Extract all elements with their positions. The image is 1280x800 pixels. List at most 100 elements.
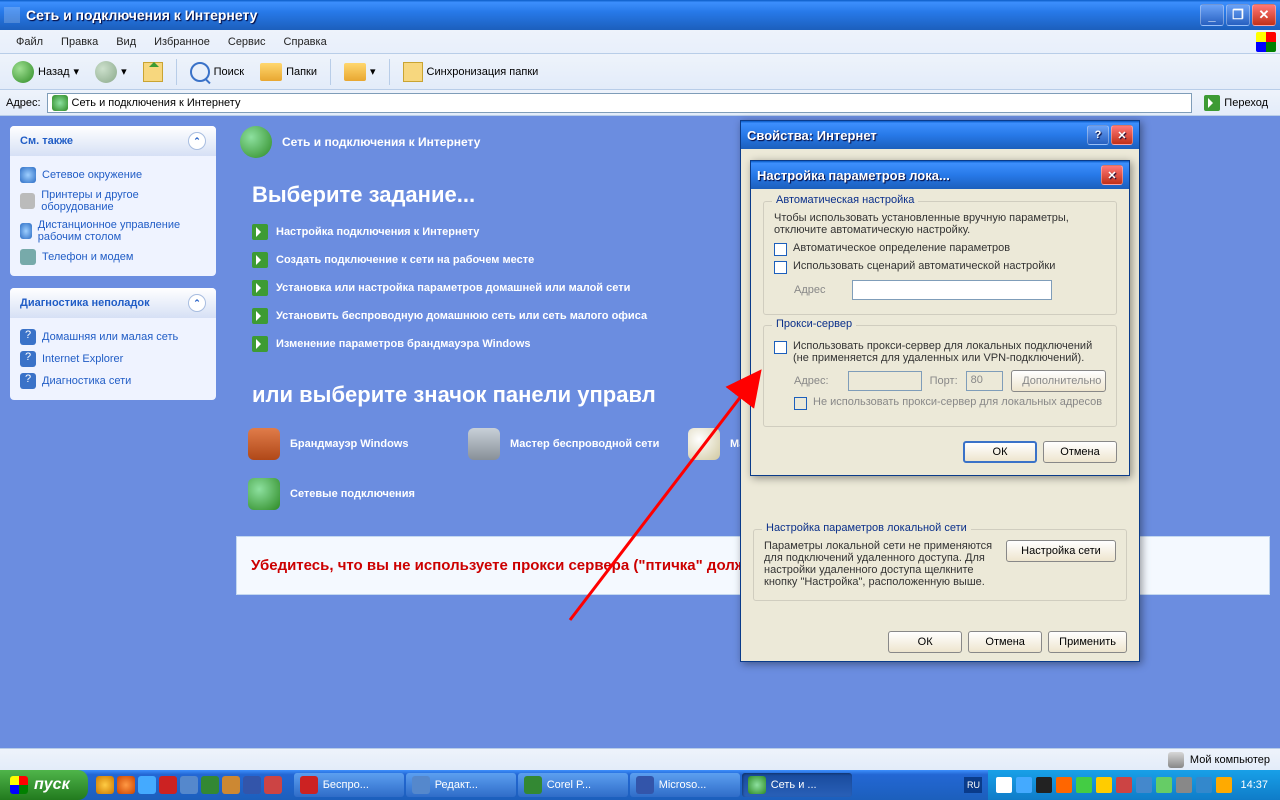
forward-icon [95, 61, 117, 83]
tray-icon[interactable] [1196, 777, 1212, 793]
back-button[interactable]: Назад ▾ [6, 58, 85, 86]
proxy-port-input[interactable]: 80 [966, 371, 1004, 391]
tray-icon[interactable] [1136, 777, 1152, 793]
sidebar-link-ie[interactable]: ?Internet Explorer [20, 348, 206, 370]
script-address-label: Адрес [794, 284, 844, 296]
proxy-groupbox: Прокси-сервер Использовать прокси-сервер… [763, 325, 1117, 427]
tray-icon[interactable] [996, 777, 1012, 793]
dialog-close-button[interactable]: ✕ [1111, 125, 1133, 145]
arrow-icon [252, 252, 268, 268]
language-indicator[interactable]: RU [964, 777, 982, 793]
tray-icon[interactable] [1056, 777, 1072, 793]
taskbar-app-network[interactable]: Сеть и ... [742, 773, 852, 797]
views-button[interactable]: ▾ [338, 60, 382, 84]
window-titlebar: Сеть и подключения к Интернету _ ❐ ✕ [0, 0, 1280, 30]
sidebar-link-phone-modem[interactable]: Телефон и модем [20, 246, 206, 268]
tray-icon[interactable] [1156, 777, 1172, 793]
ql-app-icon[interactable] [222, 776, 240, 794]
ok-button[interactable]: ОК [888, 631, 962, 653]
ql-chrome-icon[interactable] [96, 776, 114, 794]
minimize-button[interactable]: _ [1200, 4, 1224, 26]
collapse-icon[interactable]: ⌃ [188, 132, 206, 150]
proxy-title: Прокси-сервер [772, 318, 856, 330]
tray-icon[interactable] [1176, 777, 1192, 793]
lan-settings-dialog: Настройка параметров лока... ✕ Автоматич… [750, 160, 1130, 476]
dialog-close-button[interactable]: ✕ [1101, 165, 1123, 185]
printer-icon [20, 193, 35, 209]
see-also-header[interactable]: См. также ⌃ [10, 126, 216, 156]
back-icon [12, 61, 34, 83]
menu-view[interactable]: Вид [108, 33, 144, 51]
help-icon: ? [20, 373, 36, 389]
help-button[interactable]: ? [1087, 125, 1109, 145]
start-button[interactable]: пуск [0, 770, 88, 800]
ql-ie-icon[interactable] [138, 776, 156, 794]
ql-app-icon[interactable] [264, 776, 282, 794]
apply-button[interactable]: Применить [1048, 631, 1127, 653]
taskbar-app-corel[interactable]: Corel P... [518, 773, 628, 797]
use-proxy-row[interactable]: Использовать прокси-сервер для локальных… [774, 340, 1106, 364]
lan-settings-button[interactable]: Настройка сети [1006, 540, 1116, 562]
use-script-checkbox[interactable] [774, 261, 787, 274]
ql-app-icon[interactable] [180, 776, 198, 794]
cancel-button[interactable]: Отмена [968, 631, 1042, 653]
cp-firewall[interactable]: Брандмауэр Windows [242, 422, 452, 466]
category-title: Сеть и подключения к Интернету [282, 135, 480, 149]
use-proxy-checkbox[interactable] [774, 341, 787, 354]
ql-app-icon[interactable] [243, 776, 261, 794]
close-button[interactable]: ✕ [1252, 4, 1276, 26]
auto-detect-row[interactable]: Автоматическое определение параметров [774, 242, 1106, 256]
sidebar-link-printers[interactable]: Принтеры и другое оборудование [20, 186, 206, 216]
ok-button[interactable]: ОК [963, 441, 1037, 463]
chevron-down-icon: ▾ [74, 65, 80, 78]
menu-file[interactable]: Файл [8, 33, 51, 51]
maximize-button[interactable]: ❐ [1226, 4, 1250, 26]
sidebar-link-remote-desktop[interactable]: Дистанционное управление рабочим столом [20, 216, 206, 246]
advanced-button[interactable]: Дополнительно [1011, 370, 1106, 392]
menu-edit[interactable]: Правка [53, 33, 106, 51]
search-button[interactable]: Поиск [184, 59, 250, 85]
clock[interactable]: 14:37 [1236, 779, 1272, 791]
go-button[interactable]: Переход [1198, 93, 1274, 113]
tray-icon[interactable] [1016, 777, 1032, 793]
tray-volume-icon[interactable] [1216, 777, 1232, 793]
up-button[interactable] [137, 59, 169, 85]
folders-button[interactable]: Папки [254, 60, 323, 84]
sidebar: См. также ⌃ Сетевое окружение Принтеры и… [0, 116, 226, 786]
sidebar-link-home-network[interactable]: ?Домашняя или малая сеть [20, 326, 206, 348]
my-computer-icon [1168, 752, 1184, 768]
cancel-button[interactable]: Отмена [1043, 441, 1117, 463]
tray-icon[interactable] [1076, 777, 1092, 793]
dialog-titlebar[interactable]: Свойства: Интернет ? ✕ [741, 121, 1139, 149]
tray-icon[interactable] [1096, 777, 1112, 793]
cp-wireless-wizard[interactable]: Мастер беспроводной сети [462, 422, 672, 466]
system-tray: 14:37 [988, 770, 1280, 800]
tray-icon[interactable] [1036, 777, 1052, 793]
cp-network-connections[interactable]: Сетевые подключения [242, 472, 452, 516]
auto-detect-checkbox[interactable] [774, 243, 787, 256]
window-icon [4, 7, 20, 23]
quick-launch [88, 776, 290, 794]
dialog-titlebar[interactable]: Настройка параметров лока... ✕ [751, 161, 1129, 189]
troubleshoot-header[interactable]: Диагностика неполадок ⌃ [10, 288, 216, 318]
menu-help[interactable]: Справка [276, 33, 335, 51]
script-address-input[interactable] [852, 280, 1052, 300]
ql-app-icon[interactable] [201, 776, 219, 794]
forward-button[interactable]: ▾ [89, 58, 133, 86]
menu-favorites[interactable]: Избранное [146, 33, 218, 51]
ql-firefox-icon[interactable] [117, 776, 135, 794]
ql-opera-icon[interactable] [159, 776, 177, 794]
sidebar-link-network-diag[interactable]: ?Диагностика сети [20, 370, 206, 392]
taskbar-app-editor[interactable]: Редакт... [406, 773, 516, 797]
sync-button[interactable]: Синхронизация папки [397, 59, 545, 85]
collapse-icon[interactable]: ⌃ [188, 294, 206, 312]
menu-tools[interactable]: Сервис [220, 33, 274, 51]
taskbar-app-opera[interactable]: Беспро... [294, 773, 404, 797]
sidebar-link-network-places[interactable]: Сетевое окружение [20, 164, 206, 186]
taskbar-app-microsoft[interactable]: Microso... [630, 773, 740, 797]
see-also-title: См. также [20, 135, 73, 147]
address-input[interactable]: Сеть и подключения к Интернету [47, 93, 1193, 113]
tray-icon[interactable] [1116, 777, 1132, 793]
use-script-row[interactable]: Использовать сценарий автоматической нас… [774, 260, 1106, 274]
proxy-address-input[interactable] [848, 371, 922, 391]
